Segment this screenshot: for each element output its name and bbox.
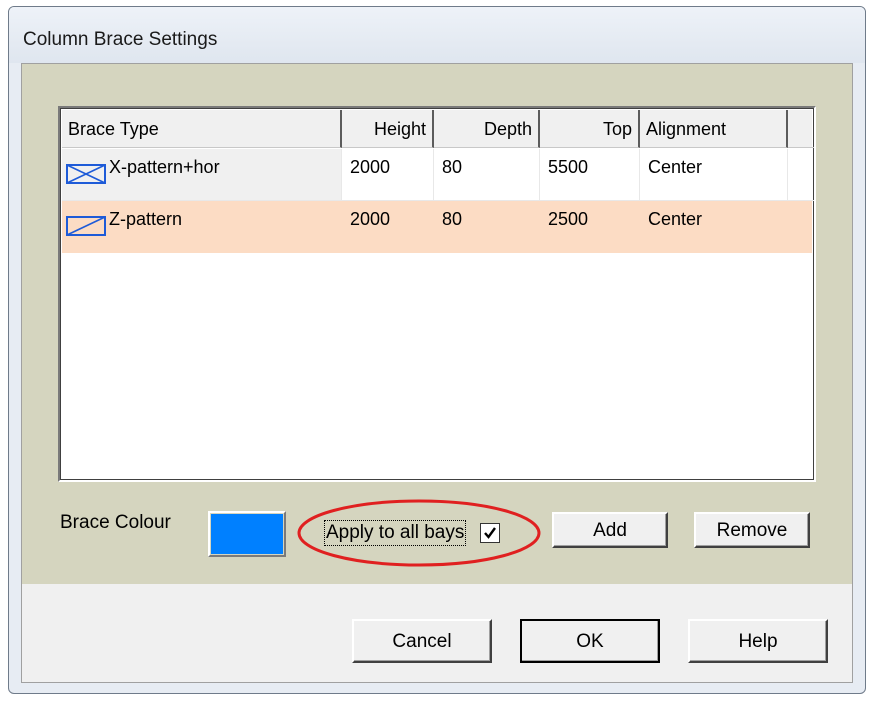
brace-colour-fill: [211, 514, 283, 554]
window-title: Column Brace Settings: [23, 29, 218, 50]
cell-brace-type: X-pattern+hor: [62, 149, 342, 201]
apply-to-all-bays-checkbox[interactable]: [480, 523, 501, 543]
column-header-brace-type[interactable]: Brace Type: [62, 110, 342, 148]
column-header-top[interactable]: Top: [540, 110, 640, 148]
help-button[interactable]: Help: [688, 619, 828, 663]
cell-filler: [788, 149, 814, 201]
add-button[interactable]: Add: [552, 512, 668, 548]
x-pattern-brace-icon: [66, 163, 106, 185]
table-row[interactable]: X-pattern+hor 2000 80 5500 Center: [62, 149, 814, 201]
cell-alignment: Center: [640, 149, 788, 201]
cell-alignment: Center: [648, 209, 703, 229]
cancel-button[interactable]: Cancel: [352, 619, 492, 663]
remove-button[interactable]: Remove: [694, 512, 810, 548]
cell-depth: 80: [442, 209, 463, 229]
column-header-filler: [788, 110, 814, 148]
cell-filler: [788, 201, 814, 253]
checkmark-icon: [484, 527, 497, 539]
cell-top: 2500: [548, 209, 589, 229]
brace-colour-label: Brace Colour: [60, 512, 171, 533]
column-header-height[interactable]: Height: [342, 110, 434, 148]
cell-height: 2000: [350, 209, 391, 229]
table-row-selected[interactable]: Z-pattern 2000 80 2500 Center: [62, 201, 812, 253]
brace-table: Brace Type Height Depth Top Alignment X-…: [58, 106, 816, 482]
title-bar[interactable]: Column Brace Settings: [9, 7, 865, 63]
brace-type-label: X-pattern+hor: [109, 157, 220, 177]
table-header: Brace Type Height Depth Top Alignment: [62, 110, 814, 148]
cell-brace-type: Z-pattern: [62, 201, 342, 253]
dialog-window: Column Brace Settings Brace Type Height …: [8, 6, 866, 694]
column-header-alignment[interactable]: Alignment: [640, 110, 788, 148]
cell-top: 5500: [540, 149, 640, 201]
cell-height: 2000: [342, 149, 434, 201]
brace-colour-swatch[interactable]: [208, 511, 286, 557]
column-header-depth[interactable]: Depth: [434, 110, 540, 148]
settings-panel: Brace Type Height Depth Top Alignment X-…: [22, 64, 852, 584]
dialog-client-area: Brace Type Height Depth Top Alignment X-…: [21, 63, 853, 683]
z-pattern-brace-icon: [66, 215, 106, 237]
apply-to-all-bays-label[interactable]: Apply to all bays: [324, 520, 467, 546]
apply-to-all-bays[interactable]: Apply to all bays: [324, 518, 501, 548]
cell-depth: 80: [434, 149, 540, 201]
ok-button[interactable]: OK: [520, 619, 660, 663]
brace-type-label: Z-pattern: [109, 209, 183, 229]
